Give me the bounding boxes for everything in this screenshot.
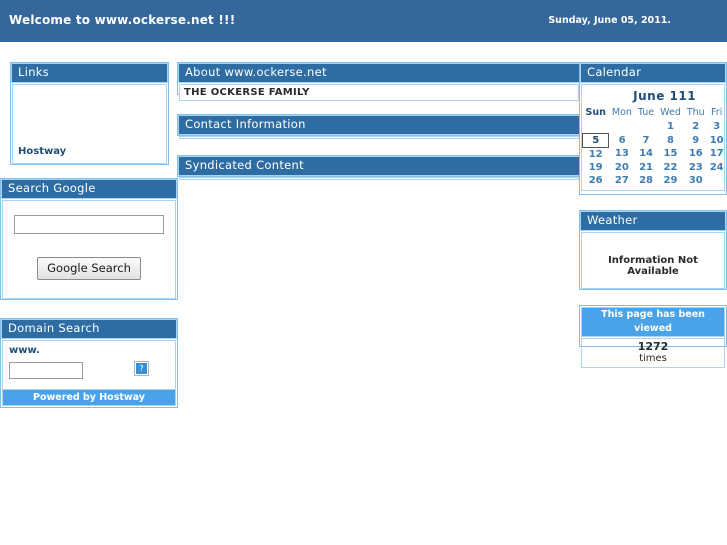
links-panel: Links Hostway — [10, 62, 169, 165]
calendar-day[interactable]: 26 — [583, 174, 609, 187]
page-counter-value: 1272 — [637, 340, 669, 353]
www-prefix-label: www. — [9, 345, 40, 356]
calendar-weekday-tue: Tue — [637, 107, 655, 118]
weather-panel-title: Weather — [580, 211, 726, 231]
calendar-weekday-mon: Mon — [611, 107, 632, 118]
powered-by-hostway-footer: Powered by Hostway — [2, 389, 176, 406]
calendar-day[interactable]: 14 — [635, 147, 657, 161]
broken-image-glyph: ? — [136, 363, 147, 374]
calendar-weekday-sun: Sun — [585, 107, 606, 118]
calendar-day[interactable]: 3 — [708, 120, 726, 133]
domain-search-panel-title: Domain Search — [1, 319, 177, 339]
calendar-day[interactable]: 9 — [684, 133, 708, 147]
calendar-day[interactable]: 12 — [583, 147, 609, 161]
calendar-week-row: 567891011 — [581, 132, 727, 148]
calendar-day[interactable]: 21 — [635, 161, 657, 174]
calendar-day[interactable]: 16 — [684, 147, 708, 161]
search-google-panel-body: Google Search — [2, 200, 176, 299]
calendar-table: June 111 SunMonTueWedThuFriSat 123456789… — [581, 87, 727, 187]
calendar-weekday-wed: Wed — [660, 107, 681, 118]
domain-search-panel: Domain Search www. ? Powered by Hostway — [0, 318, 178, 408]
page-counter-panel: This page has been viewed 1272 times — [579, 305, 727, 368]
calendar-day-empty — [708, 174, 726, 187]
calendar-week-row: 19202122232425 — [583, 161, 727, 174]
calendar-day[interactable]: 8 — [657, 133, 684, 147]
google-search-input[interactable] — [14, 215, 164, 234]
page-counter-unit: times — [639, 353, 667, 364]
link-item-hostway[interactable]: Hostway — [18, 146, 66, 157]
about-panel-body: THE OCKERSE FAMILY — [179, 84, 579, 101]
calendar-day[interactable]: 24 — [708, 161, 726, 174]
calendar-day[interactable]: 27 — [609, 174, 635, 187]
calendar-day[interactable]: 10 — [708, 133, 726, 147]
search-google-panel-title: Search Google — [1, 179, 177, 199]
calendar-day[interactable]: 7 — [635, 133, 657, 147]
about-panel: About www.ockerse.net THE OCKERSE FAMILY — [177, 62, 581, 101]
calendar-weekday-fri: Fri — [711, 107, 723, 118]
calendar-day-empty — [609, 120, 635, 133]
search-google-panel: Search Google Google Search — [0, 178, 178, 300]
calendar-month-label: June 111 — [633, 89, 697, 103]
calendar-day[interactable]: 23 — [684, 161, 708, 174]
weather-panel: Weather Information Not Available — [579, 210, 727, 290]
calendar-day[interactable]: 1 — [657, 120, 684, 133]
calendar-weeks: 1234567891011121314151617181920212223242… — [581, 120, 727, 187]
domain-search-input[interactable] — [9, 362, 83, 379]
calendar-day[interactable]: 2 — [684, 120, 708, 133]
calendar-weekday-thu: Thu — [686, 107, 705, 118]
calendar-panel-body: June 111 SunMonTueWedThuFriSat 123456789… — [581, 84, 725, 191]
contact-panel: Contact Information — [177, 114, 581, 139]
current-date-label: Sunday, June 05, 2011. — [548, 15, 671, 26]
calendar-week-row: 1234 — [583, 120, 727, 133]
calendar-panel-title: Calendar — [580, 63, 726, 83]
contact-panel-title: Contact Information — [178, 115, 580, 135]
calendar-day[interactable]: 20 — [609, 161, 635, 174]
calendar-day[interactable]: 22 — [657, 161, 684, 174]
calendar-day-today[interactable]: 5 — [581, 132, 610, 148]
page-counter-header: This page has been viewed — [581, 307, 725, 337]
calendar-day[interactable]: 28 — [635, 174, 657, 187]
syndicated-content-panel-body — [179, 177, 579, 180]
weather-message: Information Not Available — [608, 255, 698, 277]
links-panel-body: Hostway — [12, 84, 167, 164]
page-counter-body: 1272 times — [581, 338, 725, 368]
domain-search-panel-body: www. ? — [2, 340, 176, 391]
calendar-day[interactable]: 6 — [609, 133, 635, 147]
calendar-day[interactable]: 15 — [657, 147, 684, 161]
contact-panel-body — [179, 136, 579, 139]
syndicated-content-panel-title: Syndicated Content — [178, 156, 580, 176]
calendar-panel: Calendar June 111 SunMonTueWedThuFriSat … — [579, 62, 727, 195]
calendar-day[interactable]: 17 — [708, 147, 726, 161]
calendar-day-empty — [635, 120, 657, 133]
weather-panel-body: Information Not Available — [581, 232, 725, 289]
calendar-week-row: 26 27 28 29 30 — [583, 174, 727, 187]
calendar-day-empty — [583, 120, 609, 133]
about-panel-title: About www.ockerse.net — [178, 63, 580, 83]
calendar-week-row: 12131415161718 — [583, 147, 727, 161]
links-panel-title: Links — [11, 63, 168, 83]
syndicated-content-panel: Syndicated Content — [177, 155, 581, 180]
site-header-banner: Welcome to www.ockerse.net !!! Sunday, J… — [0, 0, 727, 42]
calendar-day[interactable]: 29 — [657, 174, 684, 187]
calendar-day[interactable]: 30 — [684, 174, 708, 187]
calendar-weekday-row: SunMonTueWedThuFriSat — [583, 106, 727, 120]
broken-image-icon[interactable]: ? — [134, 361, 149, 376]
calendar-day[interactable]: 13 — [609, 147, 635, 161]
about-panel-text: THE OCKERSE FAMILY — [184, 87, 310, 98]
calendar-day[interactable]: 19 — [583, 161, 609, 174]
site-title: Welcome to www.ockerse.net !!! — [9, 13, 236, 27]
google-search-button[interactable]: Google Search — [37, 257, 141, 280]
